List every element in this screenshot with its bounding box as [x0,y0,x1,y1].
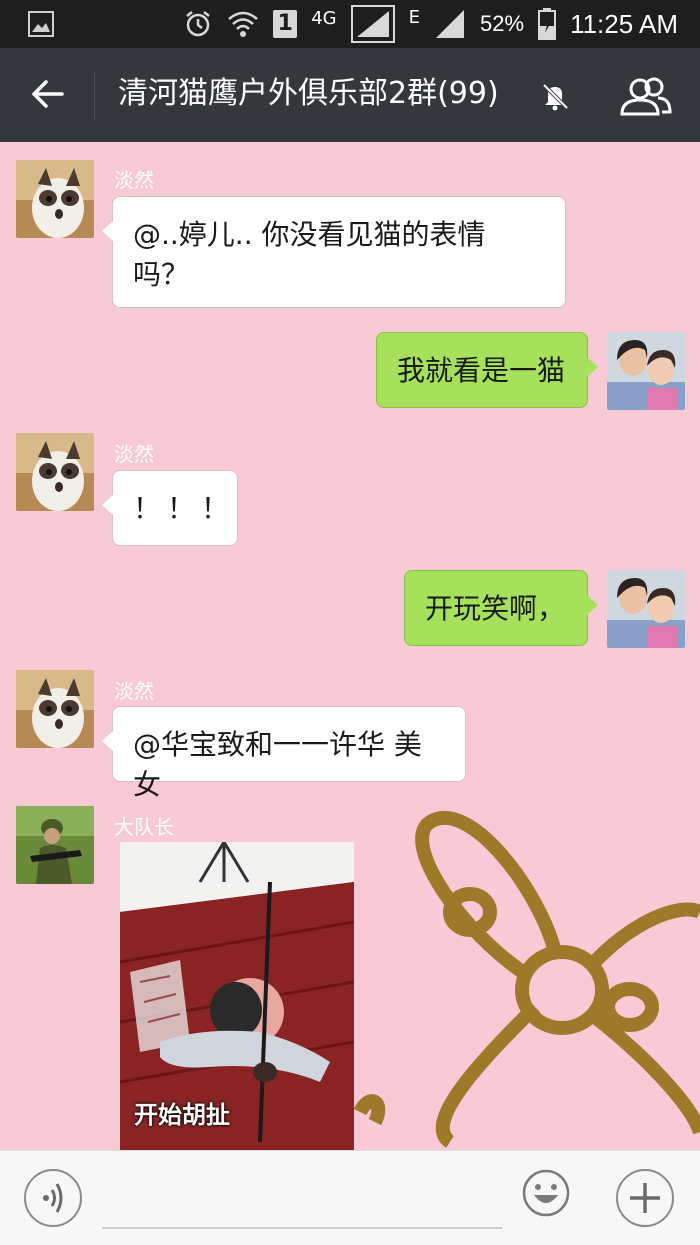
soldier-avatar-image [16,806,94,884]
gif-message[interactable]: 开始胡扯 [120,842,354,1150]
selfie-avatar[interactable] [607,570,685,648]
battery-percent: 52% [480,11,525,36]
cat-avatar-image [16,160,94,238]
selfie-avatar-image [607,332,685,410]
message-text-line: 吗？ [133,258,190,291]
message-bubble[interactable]: @..婷儿.. 你没看见猫的表情 吗？ [102,196,566,308]
signal-icon [350,5,395,43]
sim1-icon: 1 [273,10,298,38]
sender-name: 淡然 [114,168,154,192]
message-bubble[interactable]: 开玩笑啊， [404,570,598,646]
cat-avatar-image [16,433,94,511]
gallery-icon [28,11,54,37]
voice-button[interactable] [24,1169,82,1227]
members-icon[interactable] [618,76,674,116]
bow-decoration [353,810,700,1148]
title-bar: 清河猫鹰户外俱乐部2群(99) [0,48,700,142]
network-e-label: E [408,6,421,28]
cat-avatar[interactable] [16,160,94,238]
cat-avatar[interactable] [16,670,94,748]
message-text: 我就看是一猫 [397,354,566,387]
message-text: ！！！ [133,492,236,525]
message-bubble[interactable]: 我就看是一猫 [376,332,598,408]
bell-off-icon [542,83,569,111]
cat-avatar-image [16,670,94,748]
sender-name: 大队长 [114,815,174,839]
message-text-line: @..婷儿.. 你没看见猫的表情 [133,218,486,251]
wifi-icon [228,11,259,37]
voice-icon [43,1183,63,1213]
sender-name: 淡然 [114,679,154,703]
message-text: @华宝致和一一许华 美女 [133,728,422,801]
input-bar [0,1150,700,1245]
cat-avatar[interactable] [16,433,94,511]
title-divider [94,72,95,120]
battery-icon [538,8,557,40]
status-bar: 1 4G E 52% 11:25 AM [0,0,700,48]
alarm-icon [186,11,211,37]
chat-area[interactable]: 淡然 @..婷儿.. 你没看见猫的表情 吗？ 我就看是一猫 淡然 ！！！ 开玩笑… [0,142,700,1150]
message-bubble[interactable]: ！！！ [102,470,238,546]
selfie-avatar-image [607,570,685,648]
plus-icon [630,1183,660,1213]
message-bubble[interactable]: @华宝致和一一许华 美女 [102,706,466,801]
network-4g-label: 4G [311,7,337,29]
status-icons: 1 4G E 52% 11:25 AM [183,0,678,48]
emoji-icon[interactable] [522,1169,570,1217]
message-text: 开玩笑啊， [425,592,566,625]
sender-name: 淡然 [114,442,154,466]
clock: 11:25 AM [570,8,678,39]
page-title: 清河猫鹰户外俱乐部2群(99) [118,76,499,111]
soldier-avatar[interactable] [16,806,94,884]
selfie-avatar[interactable] [607,332,685,410]
message-input[interactable] [102,1179,502,1229]
plus-button[interactable] [616,1169,674,1227]
back-arrow-icon[interactable] [28,74,68,114]
gif-caption: 开始胡扯 [134,1101,230,1129]
signal-icon [436,10,465,38]
